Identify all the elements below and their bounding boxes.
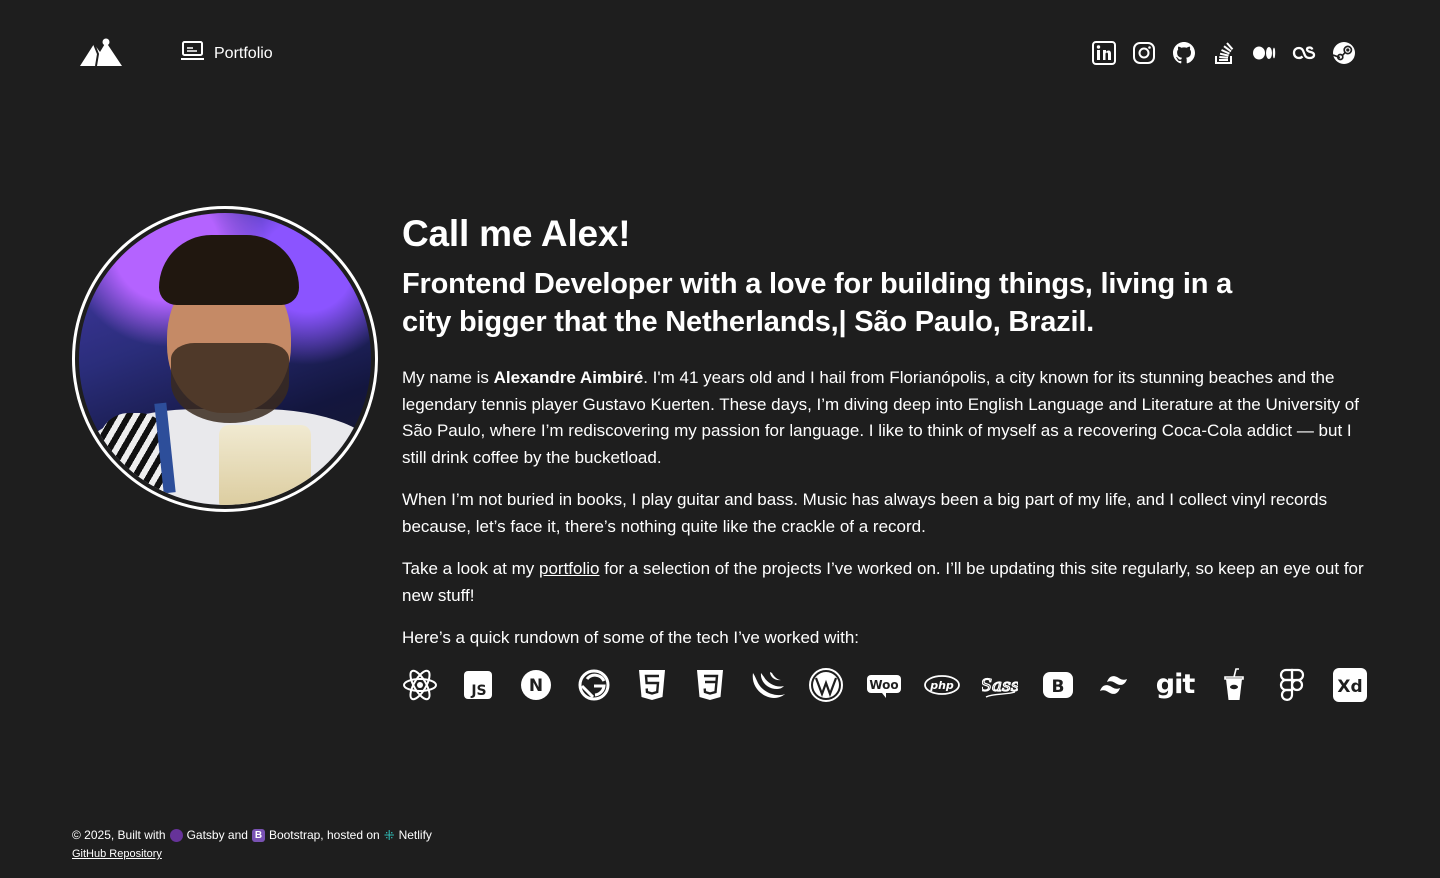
- github-icon[interactable]: [1172, 40, 1196, 66]
- git-icon: git: [1155, 667, 1195, 703]
- intro-paragraph: My name is Alexandre Aimbiré. I'm 41 yea…: [402, 365, 1370, 471]
- hero-section: Call me Alex! Frontend Developer with a …: [402, 212, 1370, 703]
- css3-icon: [692, 667, 728, 703]
- sass-icon: Sass: [982, 667, 1018, 703]
- footer-gatsby-text: Gatsby and: [186, 828, 248, 842]
- netlify-icon: ⁜: [383, 827, 395, 843]
- profile-photo: [79, 213, 371, 505]
- figma-icon: [1274, 667, 1310, 703]
- full-name: Alexandre Aimbiré: [493, 368, 644, 387]
- lastfm-icon[interactable]: [1292, 40, 1316, 66]
- linkedin-icon[interactable]: [1092, 40, 1116, 66]
- nextjs-label: N: [529, 676, 543, 696]
- nav-portfolio-link[interactable]: Portfolio: [180, 40, 273, 67]
- gatsby-icon: [169, 828, 183, 842]
- tech-stack-icons: JS N Woo php Sass B git Xd: [402, 667, 1370, 703]
- adobe-xd-label: Xd: [1337, 677, 1362, 697]
- footer-credits: © 2025, Built with Gatsby and B Bootstra…: [72, 826, 432, 844]
- instagram-icon[interactable]: [1132, 40, 1156, 66]
- stackoverflow-icon[interactable]: [1212, 40, 1236, 66]
- html5-icon: [634, 667, 670, 703]
- footer: © 2025, Built with Gatsby and B Bootstra…: [72, 826, 432, 863]
- adobe-xd-icon: Xd: [1332, 667, 1368, 703]
- react-icon: [402, 667, 438, 703]
- gatsby-icon: [576, 667, 612, 703]
- page-title: Call me Alex!: [402, 213, 631, 254]
- page-subtitle: Frontend Developer with a love for build…: [402, 268, 1233, 338]
- intro-text-start: My name is: [402, 368, 494, 387]
- avatar: [72, 206, 378, 512]
- footer-netlify-text: Netlify: [398, 828, 432, 842]
- footer-bootstrap-text: Bootstrap, hosted on: [268, 828, 380, 842]
- portfolio-paragraph: Take a look at my portfolio for a select…: [402, 556, 1370, 609]
- mountain-logo-icon[interactable]: [78, 34, 124, 68]
- portfolio-text-start: Take a look at my: [402, 559, 540, 578]
- footer-built-text: © 2025, Built with: [72, 828, 166, 842]
- social-links: [1092, 40, 1356, 66]
- javascript-icon: JS: [460, 667, 496, 703]
- hobbies-paragraph: When I’m not buried in books, I play gui…: [402, 490, 1328, 536]
- php-icon: php: [924, 667, 960, 703]
- bootstrap-label: B: [1052, 677, 1065, 697]
- bootstrap-icon: B: [1040, 667, 1076, 703]
- bootstrap-icon: B: [251, 828, 265, 842]
- nav-portfolio-label: Portfolio: [214, 44, 273, 62]
- github-repository-link[interactable]: GitHub Repository: [72, 848, 162, 860]
- jquery-icon: [750, 667, 786, 703]
- woocommerce-icon: Woo: [866, 667, 902, 703]
- tailwind-icon: [1098, 667, 1134, 703]
- git-label: git: [1155, 669, 1195, 700]
- laptop-icon: [180, 40, 205, 67]
- portfolio-link[interactable]: portfolio: [539, 559, 599, 578]
- medium-icon[interactable]: [1252, 40, 1276, 66]
- javascript-label: JS: [470, 683, 486, 699]
- tech-intro: Here’s a quick rundown of some of the te…: [402, 628, 860, 647]
- steam-icon[interactable]: [1332, 40, 1356, 66]
- nextjs-icon: N: [518, 667, 554, 703]
- php-label: php: [929, 679, 954, 692]
- gulp-icon: [1216, 667, 1252, 703]
- woocommerce-label: Woo: [869, 678, 898, 692]
- wordpress-icon: [808, 667, 844, 703]
